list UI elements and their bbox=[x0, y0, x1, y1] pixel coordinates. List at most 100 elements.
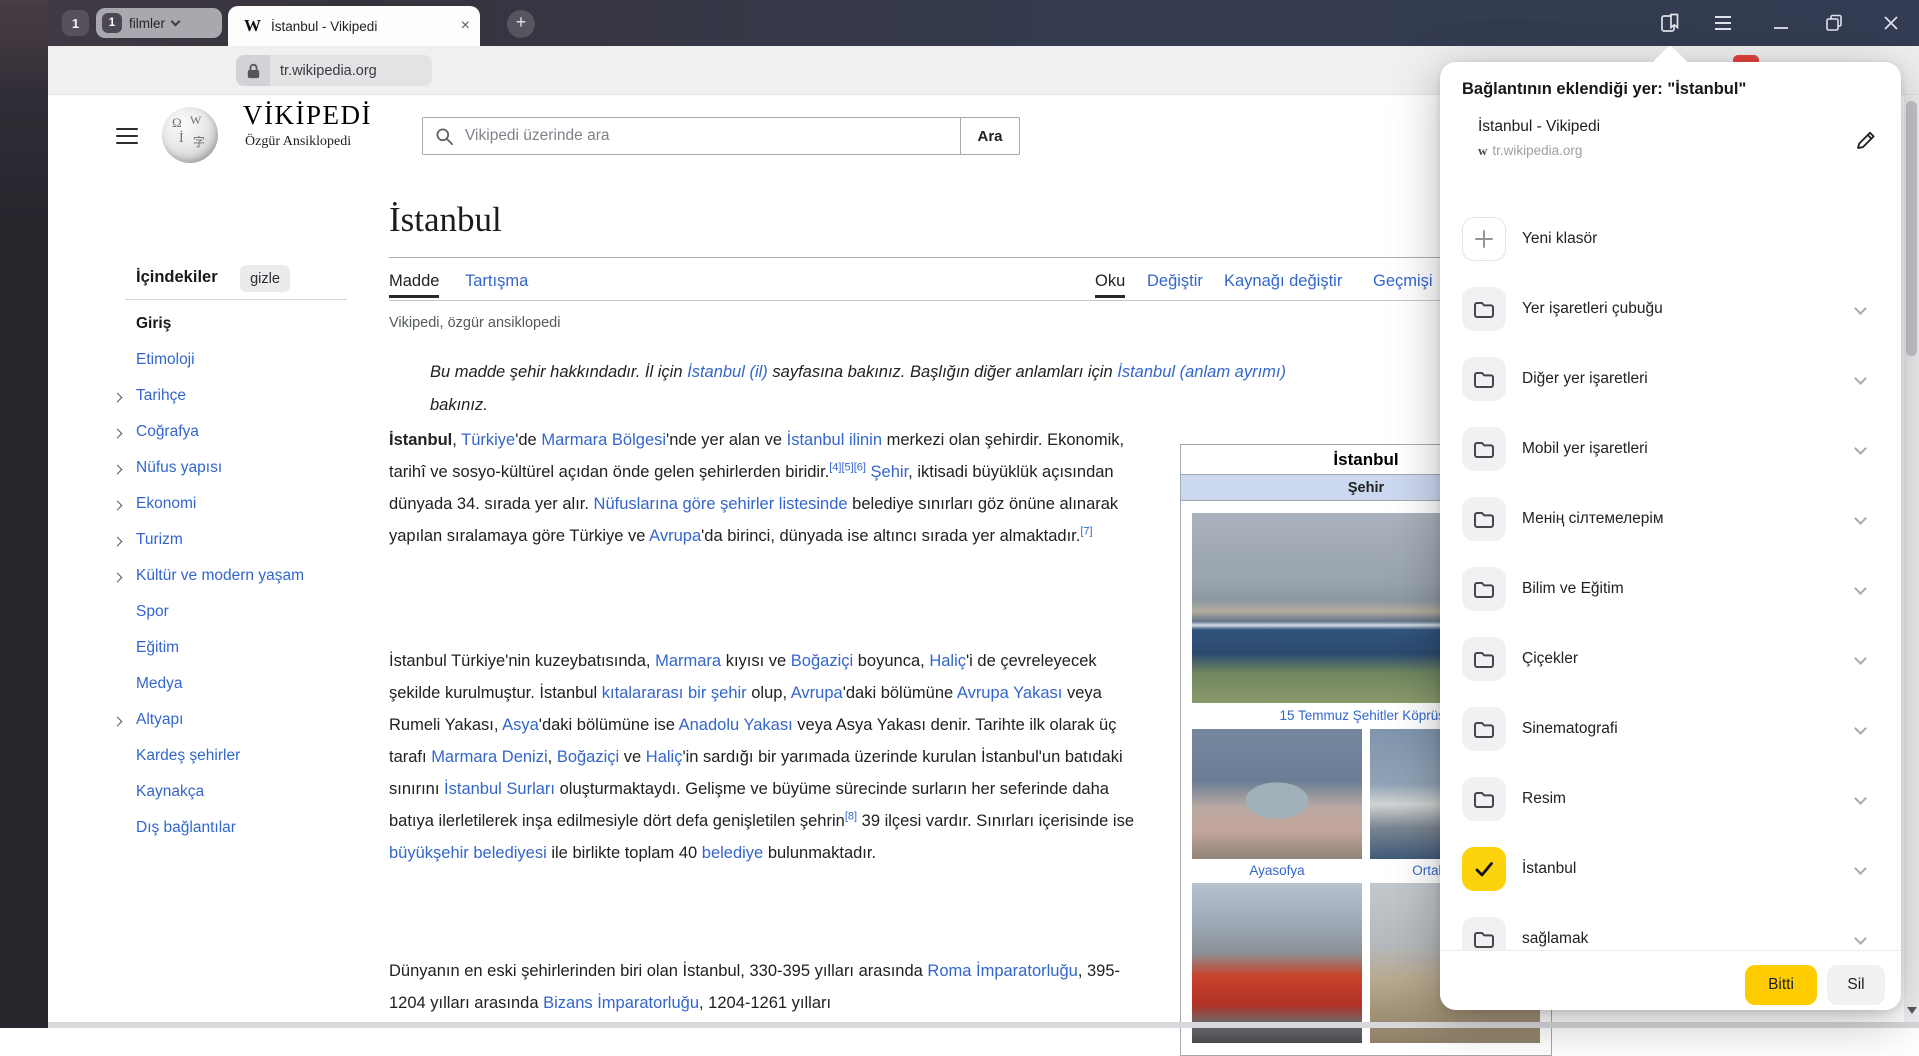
article-link[interactable]: Marmara Denizi bbox=[431, 748, 547, 766]
tab-history[interactable]: Geçmişi bbox=[1373, 272, 1433, 291]
bookmark-folder-row[interactable]: Çiçekler bbox=[1462, 624, 1879, 694]
tab-edit-source[interactable]: Kaynağı değiştir bbox=[1224, 272, 1342, 291]
bookmark-folder-row[interactable]: İstanbul bbox=[1462, 834, 1879, 904]
chevron-down-icon[interactable] bbox=[1854, 512, 1867, 525]
close-window-icon[interactable] bbox=[1874, 8, 1908, 38]
toc-item-label[interactable]: Tarihçe bbox=[136, 387, 186, 405]
tab-close-icon[interactable]: × bbox=[461, 18, 470, 34]
chevron-down-icon[interactable] bbox=[1854, 442, 1867, 455]
toc-item-label[interactable]: Dış bağlantılar bbox=[136, 819, 236, 837]
article-link[interactable]: Anadolu Yakası bbox=[679, 716, 793, 734]
toc-item-label[interactable]: Nüfus yapısı bbox=[136, 459, 222, 477]
menu-icon[interactable] bbox=[1706, 8, 1740, 38]
scrollbar-thumb[interactable] bbox=[1906, 101, 1917, 356]
toc-item[interactable]: Coğrafya bbox=[112, 423, 382, 449]
infobox-caption-hagia-sophia[interactable]: Ayasofya bbox=[1192, 859, 1362, 883]
article-link[interactable]: Boğaziçi bbox=[557, 748, 619, 766]
done-button[interactable]: Bitti bbox=[1745, 965, 1817, 1005]
article-link[interactable]: Türkiye bbox=[461, 431, 515, 449]
new-tab-button[interactable]: + bbox=[507, 10, 535, 38]
toc-expand-chevron[interactable] bbox=[113, 717, 123, 727]
toc-item[interactable]: Dış bağlantılar bbox=[112, 819, 382, 845]
article-link[interactable]: Marmara Bölgesi bbox=[541, 431, 666, 449]
toc-item-label[interactable]: Etimoloji bbox=[136, 351, 195, 369]
wiki-menu-icon[interactable] bbox=[116, 128, 138, 145]
toc-item[interactable]: Kaynakça bbox=[112, 783, 382, 809]
toc-expand-chevron[interactable] bbox=[113, 429, 123, 439]
reference-link[interactable]: [6] bbox=[854, 462, 866, 474]
article-link[interactable]: Roma İmparatorluğu bbox=[927, 962, 1077, 980]
toc-item-label[interactable]: Coğrafya bbox=[136, 423, 199, 441]
article-link[interactable]: Nüfuslarına göre şehirler listesinde bbox=[594, 495, 848, 513]
tab-group-pill[interactable]: 1 filmler bbox=[96, 8, 222, 38]
article-link[interactable]: İstanbul ilinin bbox=[787, 431, 882, 449]
chevron-down-icon[interactable] bbox=[1854, 302, 1867, 315]
toc-expand-chevron[interactable] bbox=[113, 501, 123, 511]
article-link[interactable]: Avrupa Yakası bbox=[957, 684, 1063, 702]
toc-item-label[interactable]: Kardeş şehirler bbox=[136, 747, 240, 765]
toc-item-label[interactable]: Eğitim bbox=[136, 639, 179, 657]
toc-item-label[interactable]: Spor bbox=[136, 603, 169, 621]
delete-button[interactable]: Sil bbox=[1827, 965, 1885, 1005]
chevron-down-icon[interactable] bbox=[1854, 792, 1867, 805]
wikipedia-wordmark[interactable]: VİKİPEDİ bbox=[243, 100, 372, 131]
search-button[interactable]: Ara bbox=[960, 117, 1020, 155]
toc-item[interactable]: Turizm bbox=[112, 531, 382, 557]
article-link[interactable]: İstanbul (il) bbox=[687, 363, 768, 381]
bookmark-folder-row[interactable]: Diğer yer işaretleri bbox=[1462, 344, 1879, 414]
toc-expand-chevron[interactable] bbox=[113, 465, 123, 475]
infobox-image-hagia-sophia[interactable] bbox=[1192, 729, 1362, 859]
search-box[interactable] bbox=[422, 117, 961, 155]
bookmark-folder-row[interactable]: Mobil yer işaretleri bbox=[1462, 414, 1879, 484]
toc-item[interactable]: Ekonomi bbox=[112, 495, 382, 521]
article-link[interactable]: Marmara bbox=[655, 652, 721, 670]
reference-link[interactable]: [7] bbox=[1080, 526, 1092, 538]
chevron-down-icon[interactable] bbox=[1854, 862, 1867, 875]
page-scrollbar[interactable] bbox=[1904, 95, 1919, 1022]
chevron-down-icon[interactable] bbox=[171, 16, 181, 26]
bookmarks-panel-icon[interactable] bbox=[1653, 8, 1687, 38]
article-link[interactable]: belediye bbox=[702, 844, 763, 862]
article-link[interactable]: Haliç bbox=[929, 652, 966, 670]
toc-hide-button[interactable]: gizle bbox=[240, 265, 290, 292]
tab-read[interactable]: Oku bbox=[1095, 272, 1125, 298]
reference-link[interactable]: [5] bbox=[841, 462, 853, 474]
toc-item[interactable]: Spor bbox=[112, 603, 382, 629]
restore-window-icon[interactable] bbox=[1817, 8, 1851, 38]
toc-item[interactable]: Kardeş şehirler bbox=[112, 747, 382, 773]
chevron-down-icon[interactable] bbox=[1854, 372, 1867, 385]
reference-link[interactable]: [4] bbox=[829, 462, 841, 474]
toc-item[interactable]: Altyapı bbox=[112, 711, 382, 737]
toc-item-label[interactable]: Ekonomi bbox=[136, 495, 196, 513]
toc-item-label[interactable]: Kültür ve modern yaşam bbox=[136, 567, 304, 585]
scrollbar-down-arrow[interactable] bbox=[1907, 1007, 1917, 1014]
toc-item[interactable]: Kültür ve modern yaşam bbox=[112, 567, 382, 593]
lock-icon[interactable] bbox=[236, 55, 270, 86]
toc-expand-chevron[interactable] bbox=[113, 573, 123, 583]
new-folder-row[interactable]: Yeni klasör bbox=[1462, 204, 1879, 274]
article-link[interactable]: İstanbul (anlam ayrımı) bbox=[1117, 363, 1286, 381]
chevron-down-icon[interactable] bbox=[1854, 722, 1867, 735]
search-input[interactable] bbox=[463, 126, 960, 146]
toc-item-label[interactable]: Altyapı bbox=[136, 711, 183, 729]
bookmark-folder-row[interactable]: Sinematografi bbox=[1462, 694, 1879, 764]
toc-item-label[interactable]: Medya bbox=[136, 675, 183, 693]
tab-group-count-badge[interactable]: 1 bbox=[62, 10, 89, 36]
article-link[interactable]: büyükşehir belediyesi bbox=[389, 844, 547, 862]
chevron-down-icon[interactable] bbox=[1854, 932, 1867, 945]
bookmark-folder-row[interactable]: Bilim ve Eğitim bbox=[1462, 554, 1879, 624]
chevron-down-icon[interactable] bbox=[1854, 652, 1867, 665]
tab-edit[interactable]: Değiştir bbox=[1147, 272, 1203, 291]
toc-expand-chevron[interactable] bbox=[113, 393, 123, 403]
article-link[interactable]: kıtalararası bir şehir bbox=[602, 684, 747, 702]
article-link[interactable]: Asya bbox=[502, 716, 539, 734]
toc-item-label[interactable]: Turizm bbox=[136, 531, 183, 549]
article-link[interactable]: Haliç bbox=[646, 748, 683, 766]
toc-item[interactable]: Giriş bbox=[112, 315, 382, 341]
article-link[interactable]: Şehir bbox=[871, 463, 909, 481]
wikipedia-globe-logo[interactable]: Ω W İ 字 bbox=[162, 107, 218, 163]
toc-item[interactable]: Etimoloji bbox=[112, 351, 382, 377]
active-tab[interactable]: W İstanbul - Vikipedi × bbox=[228, 6, 480, 46]
infobox-image-tram[interactable] bbox=[1192, 883, 1362, 1043]
tab-article[interactable]: Madde bbox=[389, 272, 439, 298]
